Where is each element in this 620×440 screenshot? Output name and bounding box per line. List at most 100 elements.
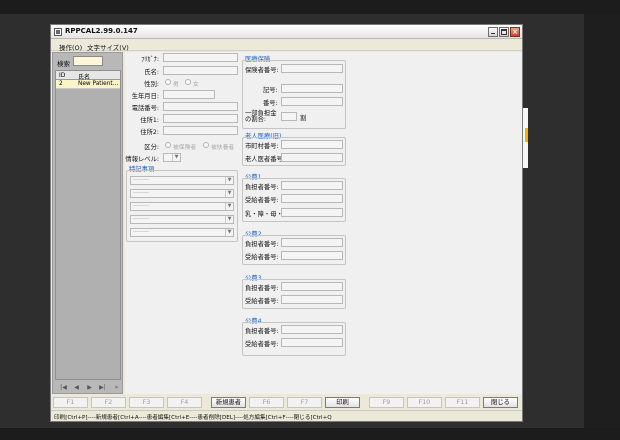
- public-1-payer-label: 負担者番号:: [245, 184, 279, 191]
- close-button[interactable]: ×: [510, 27, 520, 37]
- sex-female-label: 女: [193, 82, 199, 88]
- chevron-down-icon: ▼: [172, 154, 180, 161]
- elderly-recipient-label: 老人医者番号:: [245, 156, 285, 163]
- f10-button[interactable]: F10: [407, 397, 442, 408]
- name-input[interactable]: [163, 66, 238, 75]
- f2-button[interactable]: F2: [91, 397, 126, 408]
- patient-row-name: New Patient...: [78, 81, 119, 87]
- chevron-down-icon: ▼: [225, 190, 233, 197]
- public-2-payer-label: 負担者番号:: [245, 241, 279, 248]
- menu-bar: 操作(O) 文字サイズ(V): [51, 40, 522, 52]
- public-2-payer-input[interactable]: [281, 238, 343, 247]
- search-label: 検索: [57, 60, 70, 68]
- special-note-value: --------: [133, 177, 149, 183]
- birth-input[interactable]: [163, 90, 215, 99]
- public-1-recipient-input[interactable]: [281, 194, 343, 203]
- close-window-button[interactable]: 閉じる: [483, 397, 518, 408]
- phone-input[interactable]: [163, 102, 238, 111]
- nav-first-icon[interactable]: |◀: [59, 383, 68, 392]
- nav-next-icon[interactable]: ▶: [85, 383, 94, 392]
- nav-more-icon[interactable]: »: [112, 383, 121, 392]
- special-note-select-3[interactable]: -------- ▼: [130, 202, 234, 211]
- chevron-down-icon: ▼: [225, 216, 233, 223]
- special-note-select-1[interactable]: -------- ▼: [130, 176, 234, 185]
- insurer-number-label: 保険者番号:: [245, 67, 279, 74]
- patient-sidebar: 検索 ID 氏名 2 New Patient... |◀ ◀ ▶ ▶| »: [52, 52, 123, 394]
- municipality-input[interactable]: [281, 140, 343, 149]
- public-4-recipient-input[interactable]: [281, 338, 343, 347]
- number-input[interactable]: [281, 97, 343, 106]
- f9-button[interactable]: F9: [369, 397, 404, 408]
- public-3-payer-input[interactable]: [281, 282, 343, 291]
- f1-button[interactable]: F1: [53, 397, 88, 408]
- elderly-medical-group: 市町村番号: 老人医者番号:: [242, 137, 346, 166]
- address1-input[interactable]: [163, 114, 238, 123]
- symbol-label: 記号:: [263, 87, 278, 94]
- patient-form-area: ﾌﾘｶﾞﾅ: 氏名: 性別: 男 女 生年月日: 電話番号: 住所1: 住所2:…: [125, 52, 522, 394]
- f7-button[interactable]: F7: [287, 397, 322, 408]
- desktop-bottom: [0, 428, 620, 440]
- app-icon: [54, 28, 62, 36]
- public-4-payer-label: 負担者番号:: [245, 328, 279, 335]
- public-2-group: 負担者番号: 受給者番号:: [242, 235, 346, 265]
- minimize-button[interactable]: [488, 27, 498, 37]
- insured-label: 被保険者: [173, 145, 197, 151]
- nav-last-icon[interactable]: ▶|: [98, 383, 107, 392]
- phone-label: 電話番号:: [131, 105, 159, 112]
- title-bar[interactable]: RPPCAL2.99.0.147 ×: [51, 25, 522, 39]
- dependent-label: 被扶養者: [211, 145, 235, 151]
- kana-input[interactable]: [163, 53, 238, 62]
- special-note-value: --------: [133, 190, 149, 196]
- insured-radio[interactable]: [165, 142, 171, 148]
- birth-label: 生年月日:: [131, 93, 159, 100]
- chevron-down-icon: ▼: [225, 229, 233, 236]
- special-note-value: --------: [133, 203, 149, 209]
- patient-list[interactable]: ID 氏名 2 New Patient...: [55, 70, 121, 380]
- desktop-top: [0, 0, 620, 14]
- symbol-input[interactable]: [281, 84, 343, 93]
- chevron-down-icon: ▼: [225, 203, 233, 210]
- special-note-value: --------: [133, 216, 149, 222]
- info-level-select[interactable]: ▼: [163, 153, 181, 162]
- public-2-recipient-input[interactable]: [281, 251, 343, 260]
- maximize-button[interactable]: [499, 27, 509, 37]
- background-window-mark: [525, 128, 528, 142]
- window-title: RPPCAL2.99.0.147: [65, 27, 138, 35]
- dependent-radio[interactable]: [203, 142, 209, 148]
- copay-input[interactable]: [281, 112, 297, 121]
- status-bar: 印刷[Ctrl+P]----新規患者[Ctrl+A----患者編集[Ctrl+E…: [51, 410, 522, 421]
- insurer-number-input[interactable]: [281, 64, 343, 73]
- public-1-extra-input[interactable]: [281, 208, 343, 217]
- medical-insurance-group: 保険者番号: 記号: 番号: 一部負担金の割合: 割: [242, 60, 346, 129]
- print-button[interactable]: 印刷: [325, 397, 360, 408]
- public-3-recipient-label: 受給者番号:: [245, 298, 279, 305]
- new-patient-button[interactable]: 新規患者: [211, 397, 246, 408]
- name-label: 氏名:: [144, 69, 159, 76]
- column-id[interactable]: ID: [59, 72, 65, 79]
- search-input[interactable]: [73, 56, 103, 66]
- chevron-down-icon: ▼: [225, 177, 233, 184]
- special-note-select-2[interactable]: -------- ▼: [130, 189, 234, 198]
- public-3-recipient-input[interactable]: [281, 295, 343, 304]
- f4-button[interactable]: F4: [167, 397, 202, 408]
- sex-label: 性別:: [144, 81, 159, 88]
- public-1-payer-input[interactable]: [281, 181, 343, 190]
- elderly-recipient-input[interactable]: [281, 153, 343, 162]
- patient-row[interactable]: 2 New Patient...: [56, 80, 120, 89]
- address1-label: 住所1:: [140, 117, 159, 124]
- f11-button[interactable]: F11: [445, 397, 480, 408]
- public-4-recipient-label: 受給者番号:: [245, 341, 279, 348]
- address2-input[interactable]: [163, 126, 238, 135]
- special-note-select-5[interactable]: -------- ▼: [130, 228, 234, 237]
- public-4-payer-input[interactable]: [281, 325, 343, 334]
- f3-button[interactable]: F3: [129, 397, 164, 408]
- sex-male-radio[interactable]: [165, 79, 171, 85]
- info-level-label: 情報レベル:: [125, 156, 159, 163]
- menu-font-size[interactable]: 文字サイズ(V): [87, 42, 129, 52]
- menu-operation[interactable]: 操作(O): [59, 42, 82, 52]
- nav-prev-icon[interactable]: ◀: [72, 383, 81, 392]
- sex-female-radio[interactable]: [185, 79, 191, 85]
- special-note-select-4[interactable]: -------- ▼: [130, 215, 234, 224]
- shortcut-hints: 印刷[Ctrl+P]----新規患者[Ctrl+A----患者編集[Ctrl+E…: [54, 415, 332, 421]
- f6-button[interactable]: F6: [249, 397, 284, 408]
